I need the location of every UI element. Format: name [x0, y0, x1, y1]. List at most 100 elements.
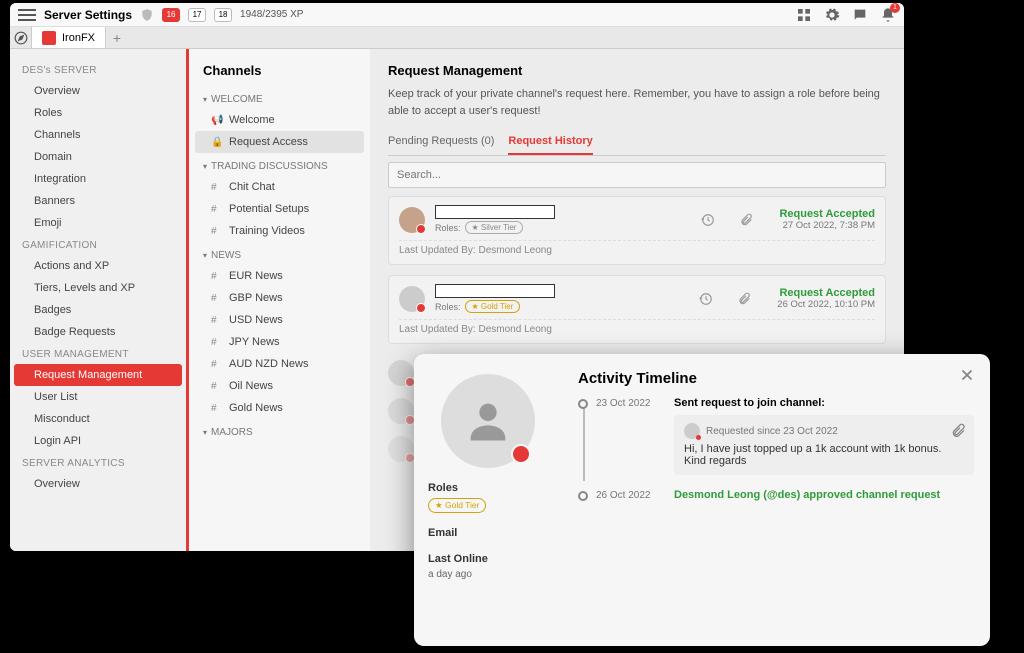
request-date: 27 Oct 2022, 7:38 PM: [779, 220, 875, 231]
channel-item-training-videos[interactable]: #Training Videos: [189, 220, 370, 242]
avatar: [388, 398, 414, 424]
channel-item-eur-news[interactable]: # EUR News: [189, 265, 370, 287]
lastonline-label: Last Online: [428, 553, 548, 565]
timeline-approved: Desmond Leong (@des) approved channel re…: [674, 489, 940, 501]
sidebar-item-login-api[interactable]: Login API: [14, 430, 182, 452]
channel-label: USD News: [229, 314, 283, 326]
channel-label: EUR News: [229, 270, 283, 282]
modal-title: Activity Timeline: [578, 370, 974, 387]
role-chip-gold: ★ Gold Tier: [428, 498, 486, 513]
avatar: [388, 436, 414, 462]
email-label: Email: [428, 527, 548, 539]
channels-title: Channels: [189, 63, 370, 86]
modal-timeline-panel: Activity Timeline 23 Oct 2022 Sent reque…: [562, 354, 990, 646]
close-icon[interactable]: [958, 366, 976, 389]
channel-item-gold-news[interactable]: #Gold News: [189, 397, 370, 419]
tab-label: IronFX: [62, 32, 95, 44]
tab-bar: IronFX +: [10, 27, 904, 49]
xp-counter: 1948/2395 XP: [240, 9, 303, 20]
sidebar-item-overview[interactable]: Overview: [14, 473, 182, 495]
channel-item-chit-chat[interactable]: #Chit Chat: [189, 176, 370, 198]
tab-marker: [42, 31, 56, 45]
timeline-dot-icon: [578, 491, 588, 501]
history-icon[interactable]: [699, 292, 713, 306]
sidebar-item-emoji[interactable]: Emoji: [14, 212, 182, 234]
roles-label: Roles:: [435, 302, 461, 312]
hash-icon: #: [211, 271, 223, 282]
request-card[interactable]: Roles: ★ Silver Tier Request Accepted 27…: [388, 196, 886, 265]
sidebar-item-roles[interactable]: Roles: [14, 102, 182, 124]
tab-ironfx[interactable]: IronFX: [32, 27, 106, 48]
channel-group[interactable]: TRADING DISCUSSIONS: [189, 153, 370, 176]
timeline-message: Hi, I have just topped up a 1k account w…: [684, 443, 964, 467]
timeline-date: 26 Oct 2022: [596, 490, 660, 501]
tier-badge: ★ Gold Tier: [465, 300, 521, 313]
channel-label: Welcome: [229, 114, 275, 126]
add-tab-button[interactable]: +: [106, 27, 128, 48]
level-after[interactable]: 18: [214, 8, 232, 22]
channel-item-usd-news[interactable]: # USD News: [189, 309, 370, 331]
hash-icon: #: [211, 337, 223, 348]
channel-item-request-access[interactable]: 🔒Request Access: [195, 131, 364, 153]
sidebar-item-domain[interactable]: Domain: [14, 146, 182, 168]
tab-pending[interactable]: Pending Requests (0): [388, 129, 494, 155]
channel-item-welcome[interactable]: 📢Welcome: [189, 109, 370, 131]
sidebar-section: USER MANAGEMENT: [10, 343, 186, 364]
sidebar-item-actions-and-xp[interactable]: Actions and XP: [14, 255, 182, 277]
sidebar-section: SERVER ANALYTICS: [10, 452, 186, 473]
attachment-icon[interactable]: [950, 423, 966, 439]
grid-icon[interactable]: [796, 7, 812, 23]
sidebar-item-request-management[interactable]: Request Management: [14, 364, 182, 386]
sidebar-item-badge-requests[interactable]: Badge Requests: [14, 321, 182, 343]
tab-history[interactable]: Request History: [508, 129, 592, 155]
channels-panel: Channels WELCOME📢Welcome🔒Request AccessT…: [186, 49, 370, 551]
request-card[interactable]: Roles: ★ Gold Tier Request Accepted 26 O…: [388, 275, 886, 344]
channel-label: JPY News: [229, 336, 280, 348]
channel-group[interactable]: NEWS: [189, 242, 370, 265]
topbar: Server Settings 16 17 18 1948/2395 XP 1: [10, 3, 904, 27]
channel-label: Request Access: [229, 136, 308, 148]
channel-item-jpy-news[interactable]: # JPY News: [189, 331, 370, 353]
channel-item-gbp-news[interactable]: # GBP News: [189, 287, 370, 309]
bell-icon[interactable]: 1: [880, 7, 896, 23]
menu-icon[interactable]: [18, 9, 36, 21]
sidebar-item-user-list[interactable]: User List: [14, 386, 182, 408]
history-icon[interactable]: [701, 213, 715, 227]
hash-icon: #: [211, 204, 223, 215]
sidebar-item-integration[interactable]: Integration: [14, 168, 182, 190]
request-tabs: Pending Requests (0) Request History: [388, 129, 886, 156]
shield-icon: [140, 8, 154, 22]
channel-label: GBP News: [229, 292, 283, 304]
request-status: Request Accepted: [779, 208, 875, 220]
attachment-icon[interactable]: [737, 292, 751, 306]
gear-icon[interactable]: [824, 7, 840, 23]
hash-icon: #: [211, 293, 223, 304]
level-next[interactable]: 17: [188, 8, 206, 22]
sidebar-item-badges[interactable]: Badges: [14, 299, 182, 321]
channel-item-potential-setups[interactable]: #Potential Setups: [189, 198, 370, 220]
request-date: 26 Oct 2022, 10:10 PM: [777, 299, 875, 310]
chat-icon[interactable]: [852, 7, 868, 23]
profile-avatar: [441, 374, 535, 468]
sidebar-section: GAMIFICATION: [10, 234, 186, 255]
sidebar-item-tiers-levels-and-xp[interactable]: Tiers, Levels and XP: [14, 277, 182, 299]
search-container: [388, 162, 886, 188]
hash-icon: #: [211, 315, 223, 326]
sidebar-item-overview[interactable]: Overview: [14, 80, 182, 102]
sidebar-item-channels[interactable]: Channels: [14, 124, 182, 146]
compass-icon[interactable]: [10, 27, 32, 48]
attachment-icon[interactable]: [739, 213, 753, 227]
channel-group[interactable]: MAJORS: [189, 419, 370, 442]
last-updated: Last Updated By: Desmond Leong: [399, 240, 875, 256]
channel-group[interactable]: WELCOME: [189, 86, 370, 109]
hash-icon: #: [211, 403, 223, 414]
channel-item-oil-news[interactable]: #Oil News: [189, 375, 370, 397]
timeline-item: 26 Oct 2022 Desmond Leong (@des) approve…: [596, 489, 974, 501]
channel-label: Oil News: [229, 380, 273, 392]
level-current[interactable]: 16: [162, 8, 180, 22]
sidebar-item-banners[interactable]: Banners: [14, 190, 182, 212]
search-input[interactable]: [388, 162, 886, 188]
channel-item-aud-nzd-news[interactable]: #AUD NZD News: [189, 353, 370, 375]
sidebar-item-misconduct[interactable]: Misconduct: [14, 408, 182, 430]
user-name-field: [435, 205, 555, 219]
